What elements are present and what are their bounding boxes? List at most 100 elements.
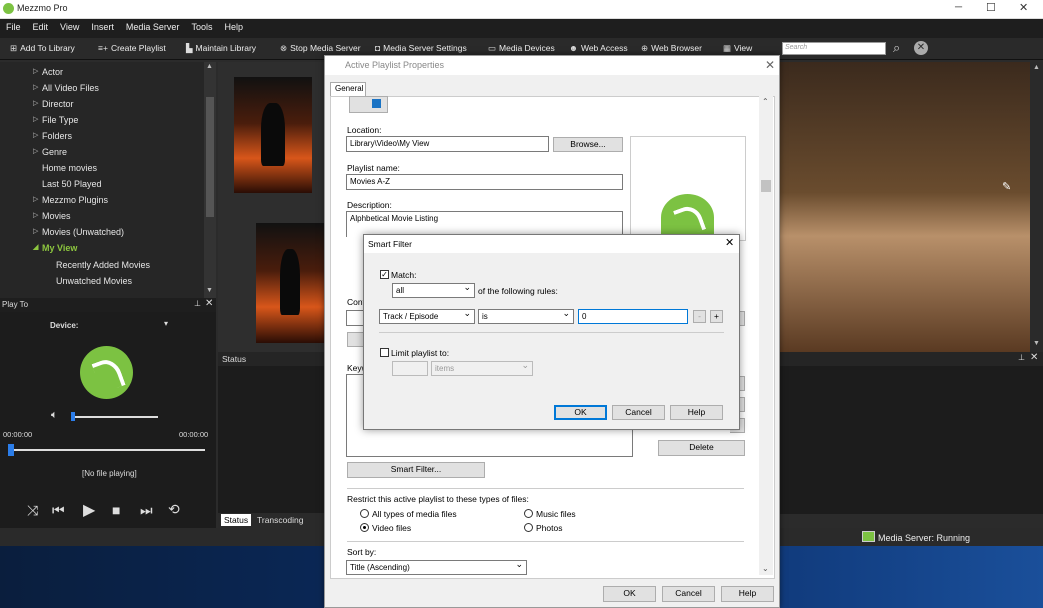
menu-insert[interactable]: Insert bbox=[85, 19, 120, 32]
tree-item-mezzmo-plugins[interactable]: ▷ Mezzmo Plugins bbox=[33, 195, 108, 205]
create-playlist-button[interactable]: ≡+ Create Playlist bbox=[98, 43, 166, 53]
match-checkbox[interactable]: ✓ bbox=[380, 270, 389, 279]
tree-item-genre[interactable]: ▷ Genre bbox=[33, 147, 67, 157]
remove-rule-button[interactable]: - bbox=[693, 310, 706, 323]
tree-item-folders[interactable]: ▷ Folders bbox=[33, 131, 72, 141]
smart-filter-close-icon[interactable]: ✕ bbox=[725, 236, 734, 249]
dialog-close-icon[interactable]: ✕ bbox=[765, 58, 775, 72]
close-panel-icon[interactable]: ✕ bbox=[1030, 352, 1038, 363]
smart-filter-cancel-button[interactable]: Cancel bbox=[612, 405, 665, 420]
help-button[interactable]: Help bbox=[721, 586, 774, 602]
expand-arrow-icon[interactable]: ▷ bbox=[33, 195, 38, 203]
browse-button[interactable]: Browse... bbox=[553, 137, 623, 152]
seek-handle[interactable] bbox=[8, 444, 14, 456]
stop-media-server-button[interactable]: ⊗ Stop Media Server bbox=[280, 43, 361, 54]
tab-general[interactable]: General bbox=[330, 82, 366, 96]
location-field[interactable]: Library\Video\My View bbox=[346, 136, 549, 152]
playlist-name-field[interactable]: Movies A-Z bbox=[346, 174, 623, 190]
media-devices-button[interactable]: ▭ Media Devices bbox=[488, 43, 555, 54]
menu-file[interactable]: File bbox=[0, 19, 27, 32]
edit-pencil-icon[interactable]: ✎ bbox=[1002, 180, 1011, 193]
limit-unit-select[interactable]: items bbox=[431, 360, 533, 376]
expand-arrow-icon[interactable]: ▷ bbox=[33, 147, 38, 155]
volume-icon[interactable]: 🔈︎ bbox=[51, 409, 58, 422]
expand-arrow-icon[interactable]: ▷ bbox=[33, 227, 38, 235]
tree-item-file-type[interactable]: ▷ File Type bbox=[33, 115, 78, 125]
tree-item-movies[interactable]: ▷ Movies bbox=[33, 211, 71, 221]
radio-photos[interactable] bbox=[524, 523, 533, 532]
play-icon[interactable]: ▶ bbox=[83, 500, 95, 520]
tree-item-director[interactable]: ▷ Director bbox=[33, 99, 74, 109]
expand-arrow-icon[interactable]: ▷ bbox=[33, 67, 38, 75]
scroll-up-icon[interactable]: ⌃ bbox=[762, 97, 769, 106]
expand-arrow-icon[interactable]: ▷ bbox=[33, 131, 38, 139]
tree-item-unwatched-movies[interactable]: Unwatched Movies bbox=[56, 276, 132, 286]
scroll-up-icon[interactable]: ▲ bbox=[206, 63, 213, 70]
scroll-thumb[interactable] bbox=[206, 97, 214, 217]
menu-media-server[interactable]: Media Server bbox=[120, 19, 186, 32]
tree-item-movies-unwatched[interactable]: ▷ Movies (Unwatched) bbox=[33, 227, 124, 237]
collapse-arrow-icon[interactable]: ◢ bbox=[33, 243, 38, 251]
smart-filter-ok-button[interactable]: OK bbox=[554, 405, 607, 420]
tree-item-recently-added-movies[interactable]: Recently Added Movies bbox=[56, 260, 150, 270]
volume-slider[interactable] bbox=[72, 416, 158, 418]
expand-arrow-icon[interactable]: ▷ bbox=[33, 83, 38, 91]
tree-item-actor[interactable]: ▷ Actor bbox=[33, 67, 63, 77]
tree-item-home-movies[interactable]: Home movies bbox=[42, 163, 97, 173]
repeat-icon[interactable]: ⟲ bbox=[168, 501, 180, 518]
web-browser-button[interactable]: ⊕ Web Browser bbox=[641, 43, 702, 54]
movie-poster[interactable] bbox=[234, 77, 312, 193]
previous-icon[interactable]: ⏮︎ bbox=[52, 502, 65, 519]
pin-icon[interactable]: ⊥ bbox=[1018, 353, 1025, 362]
icon-picker-button[interactable] bbox=[349, 96, 388, 113]
maintain-library-button[interactable]: ▙ Maintain Library bbox=[186, 43, 256, 54]
scroll-down-icon[interactable]: ▼ bbox=[206, 287, 213, 294]
scroll-up-icon[interactable]: ▲ bbox=[1033, 64, 1040, 71]
volume-handle[interactable] bbox=[71, 412, 75, 421]
device-dropdown-icon[interactable]: ▾ bbox=[164, 319, 168, 328]
view-button[interactable]: ▦ View bbox=[723, 43, 752, 54]
menu-view[interactable]: View bbox=[54, 19, 85, 32]
tree-item-all-video-files[interactable]: ▷ All Video Files bbox=[33, 83, 99, 93]
next-icon[interactable]: ⏭︎ bbox=[140, 502, 153, 519]
radio-video-files[interactable] bbox=[360, 523, 369, 532]
web-access-button[interactable]: ☻ Web Access bbox=[569, 43, 628, 53]
rule-operator-select[interactable]: is bbox=[478, 308, 574, 324]
add-to-library-button[interactable]: ⊞ Add To Library bbox=[10, 43, 75, 54]
scroll-thumb[interactable] bbox=[761, 180, 771, 192]
pin-icon[interactable]: ⊥ bbox=[194, 299, 201, 308]
tree-scrollbar[interactable]: ▲ ▼ bbox=[204, 62, 216, 298]
minimize-button[interactable]: ─ bbox=[955, 2, 962, 13]
close-panel-icon[interactable]: ✕ bbox=[205, 298, 213, 309]
movie-poster[interactable] bbox=[256, 223, 324, 343]
rule-field-select[interactable]: Track / Episode bbox=[379, 308, 475, 324]
match-select[interactable]: all bbox=[392, 282, 475, 298]
content-scrollbar[interactable]: ▲ ▼ bbox=[1030, 62, 1043, 352]
cancel-button[interactable]: Cancel bbox=[662, 586, 715, 602]
delete-button[interactable]: Delete bbox=[658, 440, 745, 456]
menu-tools[interactable]: Tools bbox=[185, 19, 218, 32]
menu-edit[interactable]: Edit bbox=[27, 19, 55, 32]
search-icon[interactable]: ⌕ bbox=[893, 40, 900, 56]
stop-icon[interactable]: ■ bbox=[112, 502, 120, 518]
content-field[interactable] bbox=[346, 310, 364, 326]
expand-arrow-icon[interactable]: ▷ bbox=[33, 211, 38, 219]
shuffle-icon[interactable]: ⤨ bbox=[27, 502, 38, 519]
radio-music-files[interactable] bbox=[524, 509, 533, 518]
limit-count-input[interactable] bbox=[392, 361, 428, 376]
rule-value-input[interactable]: 0 bbox=[578, 309, 688, 324]
tab-transcoding[interactable]: Transcoding bbox=[257, 515, 303, 525]
expand-arrow-icon[interactable]: ▷ bbox=[33, 99, 38, 107]
content-button[interactable] bbox=[347, 332, 363, 347]
smart-filter-button[interactable]: Smart Filter... bbox=[347, 462, 485, 478]
radio-all-types[interactable] bbox=[360, 509, 369, 518]
tab-status[interactable]: Status bbox=[221, 514, 252, 526]
scroll-down-icon[interactable]: ⌄ bbox=[762, 564, 769, 573]
dialog-scrollbar[interactable]: ⌃ ⌄ bbox=[759, 95, 773, 575]
playlist-image-box[interactable] bbox=[630, 136, 746, 241]
scroll-down-icon[interactable]: ▼ bbox=[1033, 340, 1040, 347]
search-input[interactable]: Search bbox=[782, 42, 886, 55]
expand-arrow-icon[interactable]: ▷ bbox=[33, 115, 38, 123]
clear-search-icon[interactable]: ✕ bbox=[914, 41, 928, 55]
media-server-settings-button[interactable]: ◘ Media Server Settings bbox=[375, 43, 467, 53]
